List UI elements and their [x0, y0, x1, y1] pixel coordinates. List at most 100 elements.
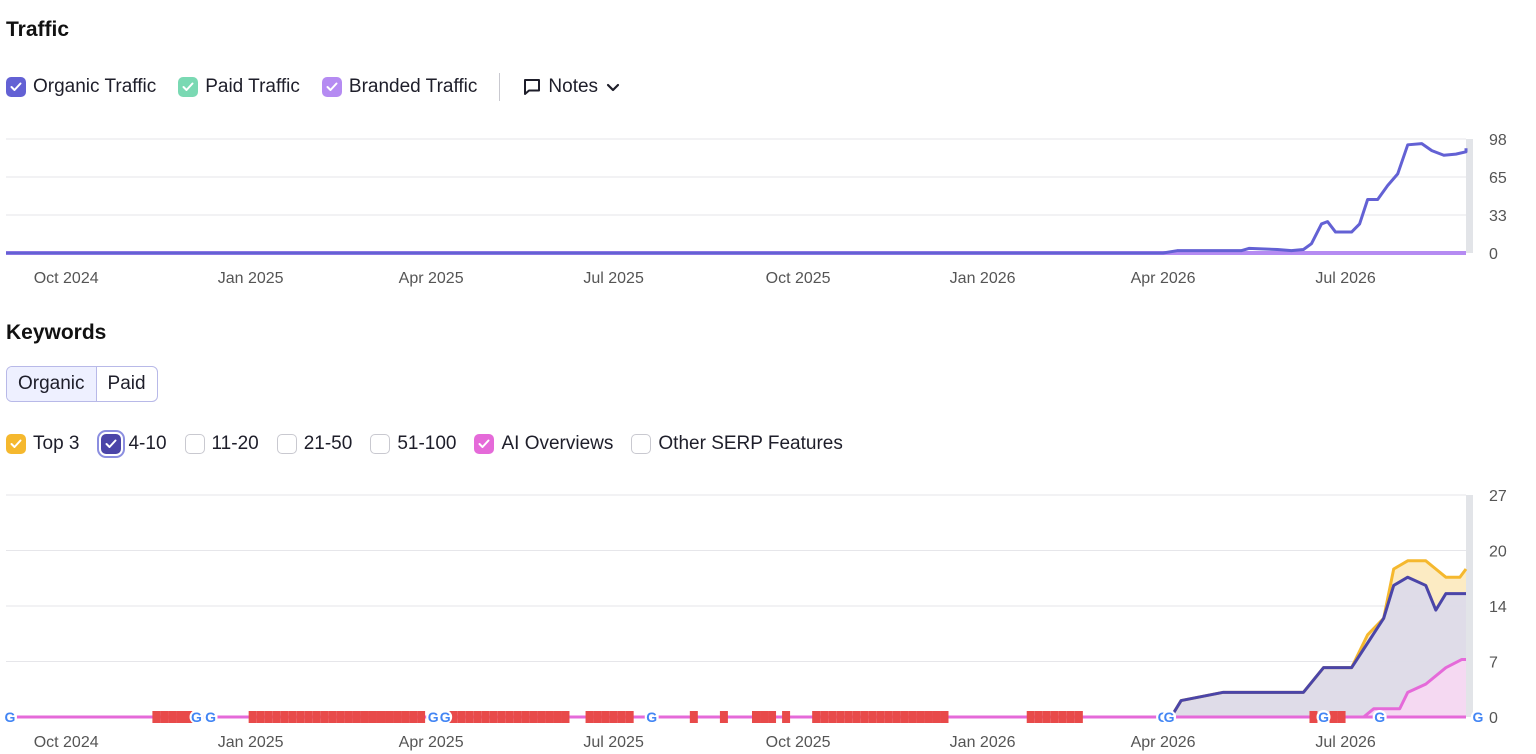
flag-marker: [860, 711, 869, 723]
flag-marker: [820, 711, 829, 723]
flag-marker: [1058, 711, 1067, 723]
legend-11-20[interactable]: 11-20: [184, 433, 259, 455]
chevron-down-icon: [606, 82, 620, 92]
x-tick-label: Oct 2024: [34, 734, 99, 751]
flag-marker: [812, 711, 821, 723]
flag-marker: [401, 711, 410, 723]
keywords-title: Keywords: [6, 321, 107, 344]
keywords-legend: Top 3 4-10 11-20 21-50 51-100 AI Overvie…: [6, 430, 861, 458]
google-icon: G: [191, 709, 202, 725]
flag-marker: [1042, 711, 1051, 723]
flag-marker: [892, 711, 901, 723]
flag-marker: [344, 711, 353, 723]
legend-top-3[interactable]: Top 3: [6, 433, 79, 455]
legend-ai-overviews[interactable]: AI Overviews: [474, 433, 613, 455]
legend-51-100[interactable]: 51-100: [370, 433, 456, 455]
flag-marker: [160, 711, 169, 723]
flag-marker: [489, 711, 498, 723]
x-tick-label: Jul 2025: [583, 734, 644, 751]
flag-marker: [1034, 711, 1043, 723]
google-icon: G: [1318, 709, 1329, 725]
legend-paid-traffic[interactable]: Paid Traffic: [178, 76, 300, 98]
flag-marker: [360, 711, 369, 723]
flag-marker: [417, 711, 426, 723]
legend-label: Branded Traffic: [348, 76, 478, 97]
flag-marker: [256, 711, 265, 723]
check-icon: [321, 77, 342, 97]
legend-label: 11-20: [211, 433, 259, 454]
flag-marker: [296, 711, 305, 723]
flag-marker: [601, 711, 610, 723]
traffic-title: Traffic: [6, 18, 70, 41]
flag-marker: [908, 711, 917, 723]
flag-marker: [529, 711, 538, 723]
flag-marker: [585, 711, 594, 723]
flag-marker: [152, 711, 161, 723]
flag-marker: [1329, 711, 1338, 723]
flag-marker: [328, 711, 337, 723]
legend-other-serp-features[interactable]: Other SERP Features: [631, 433, 843, 455]
x-tick-label: Jul 2026: [1315, 270, 1376, 287]
x-tick-label: Jul 2026: [1315, 734, 1376, 751]
checkbox-empty-icon: [184, 434, 205, 454]
flag-marker: [553, 711, 562, 723]
flag-marker: [768, 711, 777, 723]
legend-label: 21-50: [303, 433, 353, 454]
notes-label: Notes: [548, 76, 599, 97]
flag-marker: [836, 711, 845, 723]
check-icon: [178, 77, 199, 97]
google-icon: G: [646, 709, 657, 725]
legend-branded-traffic[interactable]: Branded Traffic: [321, 76, 478, 98]
x-tick-label: Jan 2026: [950, 270, 1016, 287]
y-tick-label: 20: [1489, 544, 1507, 561]
checkbox-empty-icon: [370, 434, 391, 454]
legend-4-10[interactable]: 4-10: [97, 430, 167, 458]
legend-21-50[interactable]: 21-50: [276, 433, 353, 455]
flag-marker: [1074, 711, 1083, 723]
flag-marker: [561, 711, 570, 723]
y-tick-label: 0: [1489, 710, 1498, 727]
flag-marker: [272, 711, 281, 723]
legend-organic-traffic[interactable]: Organic Traffic: [6, 76, 156, 98]
legend-label: Other SERP Features: [658, 433, 843, 454]
flag-marker: [182, 711, 191, 723]
flag-marker: [689, 711, 698, 723]
flag-marker: [505, 711, 514, 723]
flag-marker: [320, 711, 329, 723]
flag-marker: [916, 711, 925, 723]
flag-marker: [513, 711, 522, 723]
tab-paid[interactable]: Paid: [97, 367, 157, 401]
x-tick-label: Apr 2026: [1131, 270, 1196, 287]
flag-marker: [264, 711, 273, 723]
flag-marker: [545, 711, 554, 723]
y-tick-label: 33: [1489, 208, 1507, 225]
legend-label: AI Overviews: [501, 433, 614, 454]
flag-marker: [876, 711, 885, 723]
flag-marker: [1026, 711, 1035, 723]
chart-edge-band: [1466, 139, 1473, 253]
flag-marker: [248, 711, 257, 723]
flag-marker: [625, 711, 634, 723]
comment-icon: [522, 77, 542, 97]
flag-marker: [609, 711, 618, 723]
legend-label: Top 3: [33, 433, 80, 454]
keywords-chart: 27 20 14 7 0 Oct 2024 Jan 2025 Apr 2025 Jul 2025…: [3, 488, 1507, 751]
flag-marker: [465, 711, 474, 723]
flag-marker: [924, 711, 933, 723]
flag-marker: [497, 711, 506, 723]
flag-marker: [900, 711, 909, 723]
notes-button[interactable]: Notes: [522, 76, 620, 98]
y-tick-label: 65: [1489, 170, 1507, 187]
legend-label: Paid Traffic: [205, 76, 300, 97]
google-icon: G: [1374, 709, 1385, 725]
tab-organic[interactable]: Organic: [7, 367, 96, 401]
flag-marker: [868, 711, 877, 723]
flag-marker: [760, 711, 769, 723]
google-icon: G: [1472, 709, 1483, 725]
flag-marker: [352, 711, 361, 723]
x-tick-label: Jul 2025: [583, 270, 644, 287]
flag-marker: [537, 711, 546, 723]
flag-marker: [368, 711, 377, 723]
x-tick-label: Jan 2025: [218, 270, 284, 287]
y-tick-label: 98: [1489, 132, 1507, 149]
